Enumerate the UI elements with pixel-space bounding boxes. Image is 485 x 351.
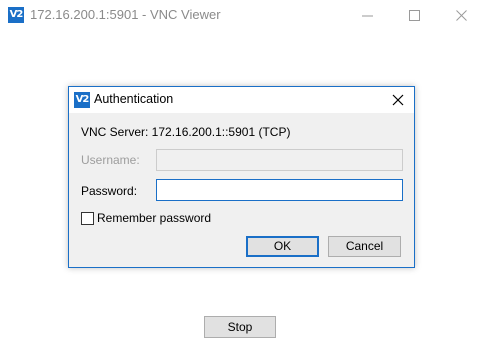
window-titlebar[interactable]: V2 172.16.200.1:5901 - VNC Viewer [0,0,485,30]
vnc-logo-icon: V2 [74,92,90,108]
password-label: Password: [81,184,138,198]
dialog-title: Authentication [94,92,174,106]
close-icon [456,10,467,21]
vnc-viewer-window: V2 172.16.200.1:5901 - VNC Viewer Stop V… [0,0,485,351]
authentication-dialog: V2 Authentication VNC Server: 172.16.200… [68,86,415,268]
cancel-button[interactable]: Cancel [328,236,401,257]
minimize-icon [362,15,373,17]
username-label: Username: [81,153,140,167]
window-title: 172.16.200.1:5901 - VNC Viewer [30,7,221,22]
password-field[interactable] [156,179,403,201]
maximize-button[interactable] [392,0,438,30]
window-close-button[interactable] [439,0,485,30]
close-icon [392,94,404,106]
ok-button[interactable]: OK [246,236,319,257]
dialog-close-button[interactable] [390,92,406,108]
maximize-icon [409,10,420,21]
vnc-logo-icon: V2 [8,7,24,23]
stop-button[interactable]: Stop [204,316,276,338]
dialog-titlebar[interactable]: V2 Authentication [69,87,414,113]
minimize-button[interactable] [345,0,391,30]
remember-password-checkbox[interactable] [81,212,94,225]
server-address: VNC Server: 172.16.200.1::5901 (TCP) [81,125,291,139]
remember-password-label[interactable]: Remember password [97,211,211,225]
username-field [156,149,403,171]
